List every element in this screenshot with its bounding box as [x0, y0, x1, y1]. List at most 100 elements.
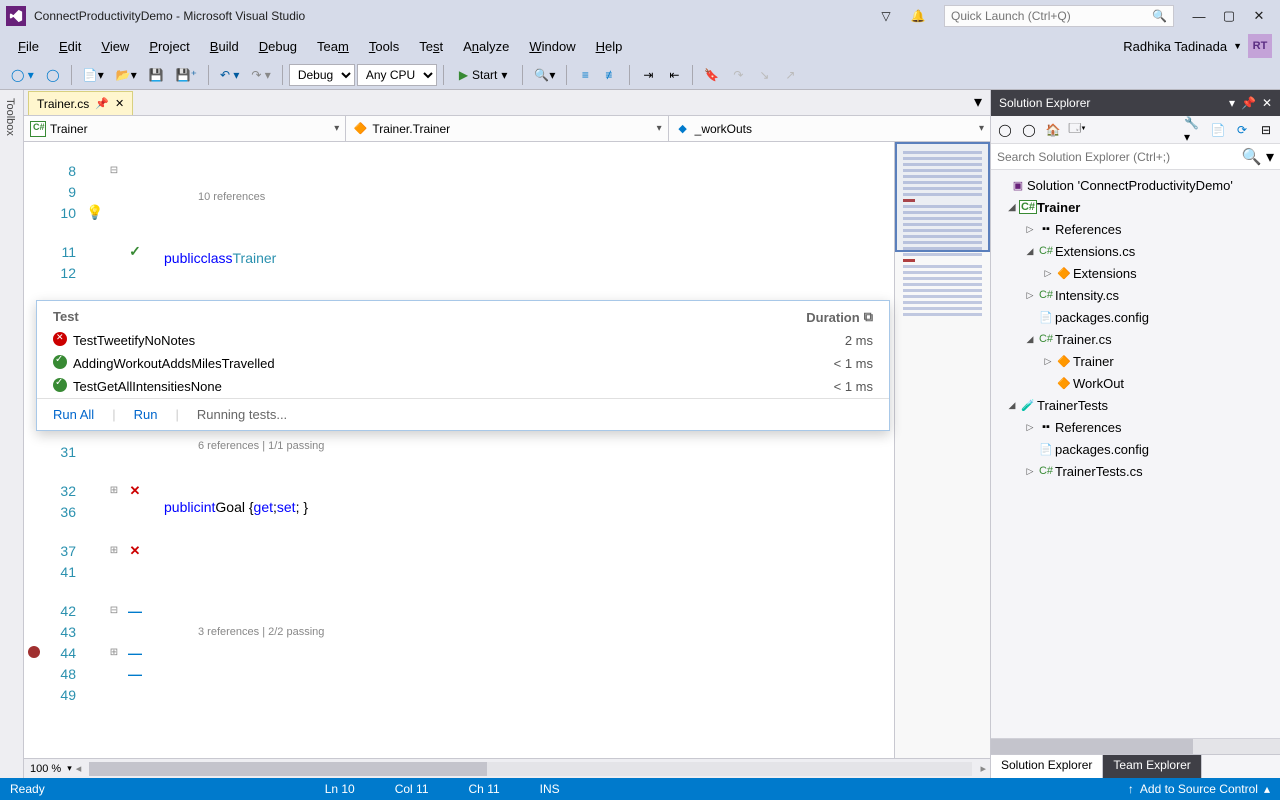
code-editor[interactable]: 8⊟ 9 10💡 11✓ 12 31 32⊞✕ 36 37⊞✕ 41 42⊟— …	[24, 142, 990, 758]
comment-button[interactable]: ≡	[573, 63, 597, 87]
menu-analyze[interactable]: Analyze	[453, 35, 519, 58]
tree-extensions-class[interactable]: ▷🔶Extensions	[991, 262, 1280, 284]
search-icon[interactable]: 🔍 ▾	[1242, 147, 1274, 167]
sync-icon[interactable]: 🗔▾	[1067, 120, 1087, 140]
tree-extensions-cs[interactable]: ◢C#Extensions.cs	[991, 240, 1280, 262]
codelens[interactable]: 6 references | 1/1 passing	[164, 437, 894, 455]
tree-packages-config[interactable]: 📄packages.config	[991, 438, 1280, 460]
pin-icon[interactable]: 📌	[95, 97, 109, 110]
platform-select[interactable]: Any CPU	[357, 64, 437, 86]
show-all-icon[interactable]: 📄	[1208, 120, 1228, 140]
tree-trainertests-cs[interactable]: ▷C#TrainerTests.cs	[991, 460, 1280, 482]
close-tab-icon[interactable]: ✕	[115, 97, 124, 110]
refresh-icon[interactable]: ⟳	[1232, 120, 1252, 140]
minimize-button[interactable]: —	[1184, 4, 1214, 28]
tree-workout-class[interactable]: 🔶WorkOut	[991, 372, 1280, 394]
publish-icon[interactable]: ↑	[1128, 782, 1134, 796]
code-text[interactable]: 10 references public class Trainer { pri…	[164, 142, 894, 758]
panel-scrollbar[interactable]	[991, 738, 1280, 754]
indent-button[interactable]: ⇥	[636, 63, 660, 87]
solution-search[interactable]: 🔍 ▾	[991, 144, 1280, 170]
popout-icon[interactable]: ⧉	[864, 309, 873, 325]
tab-trainer-cs[interactable]: Trainer.cs 📌 ✕	[28, 91, 133, 115]
codelens[interactable]: 3 references | 2/2 passing	[164, 623, 894, 641]
fold-icon[interactable]: ⊟	[104, 605, 124, 616]
lightbulb-icon[interactable]: 💡	[86, 204, 104, 221]
start-debug-button[interactable]: ▶Start ▾	[450, 63, 517, 87]
menu-team[interactable]: Team	[307, 35, 359, 58]
config-select[interactable]: Debug	[289, 64, 355, 86]
home-icon[interactable]: 🏠	[1043, 120, 1063, 140]
tree-references[interactable]: ▷▪▪References	[991, 218, 1280, 240]
step-out-button[interactable]: ↗	[778, 63, 802, 87]
tree-trainer-class[interactable]: ▷🔶Trainer	[991, 350, 1280, 372]
save-button[interactable]: 💾	[144, 63, 169, 87]
step-into-button[interactable]: ↘	[752, 63, 776, 87]
maximize-button[interactable]: ▢	[1214, 4, 1244, 28]
menu-view[interactable]: View	[91, 35, 139, 58]
fold-icon[interactable]: ⊟	[104, 165, 124, 176]
nav-back-button[interactable]: ◯ ▾	[6, 63, 39, 87]
new-project-button[interactable]: 📄▾	[78, 63, 109, 87]
menu-help[interactable]: Help	[586, 35, 633, 58]
user-avatar[interactable]: RT	[1248, 34, 1272, 58]
save-all-button[interactable]: 💾⁺	[171, 63, 202, 87]
run-all-link[interactable]: Run All	[53, 407, 94, 422]
step-over-button[interactable]: ↷	[726, 63, 750, 87]
search-icon[interactable]: 🔍	[1152, 9, 1167, 23]
quick-launch-box[interactable]: 🔍	[944, 5, 1174, 27]
tab-solution-explorer[interactable]: Solution Explorer	[991, 755, 1103, 778]
uncomment-button[interactable]: ≢	[599, 63, 623, 87]
undo-button[interactable]: ↶ ▾	[215, 63, 244, 87]
fold-icon[interactable]: ⊞	[104, 545, 124, 556]
panel-menu-icon[interactable]: ▾	[1229, 96, 1235, 110]
user-name[interactable]: Radhika Tadinada	[1123, 39, 1227, 54]
back-icon[interactable]: ◯	[995, 120, 1015, 140]
redo-button[interactable]: ↷ ▾	[246, 63, 275, 87]
tree-references[interactable]: ▷▪▪References	[991, 416, 1280, 438]
menu-build[interactable]: Build	[200, 35, 249, 58]
nav-member-combo[interactable]: ◆ _workOuts▾	[669, 116, 990, 141]
panel-close-icon[interactable]: ✕	[1262, 96, 1272, 110]
tree-trainer-cs[interactable]: ◢C#Trainer.cs	[991, 328, 1280, 350]
close-button[interactable]: ✕	[1244, 4, 1274, 28]
source-control-button[interactable]: Add to Source Control	[1140, 782, 1258, 796]
menu-file[interactable]: File	[8, 35, 49, 58]
notifications-icon[interactable]: 🔔	[906, 4, 930, 28]
zoom-level[interactable]: 100 %	[24, 763, 67, 775]
tree-solution-root[interactable]: ▣Solution 'ConnectProductivityDemo'	[991, 174, 1280, 196]
fold-icon[interactable]: ⊞	[104, 485, 124, 496]
tree-project-trainer[interactable]: ◢C#Trainer	[991, 196, 1280, 218]
solution-tree[interactable]: ▣Solution 'ConnectProductivityDemo' ◢C#T…	[991, 170, 1280, 738]
find-button[interactable]: 🔍▾	[529, 63, 560, 87]
nav-class-combo[interactable]: 🔶 Trainer.Trainer▾	[346, 116, 668, 141]
test-row[interactable]: AddingWorkoutAddsMilesTravelled< 1 ms	[37, 352, 889, 375]
scope-icon[interactable]: 🔧▾	[1184, 120, 1204, 140]
menu-tools[interactable]: Tools	[359, 35, 409, 58]
solution-search-input[interactable]	[997, 150, 1242, 164]
collapse-icon[interactable]: ⊟	[1256, 120, 1276, 140]
nav-project-combo[interactable]: C# Trainer▾	[24, 116, 346, 141]
tree-packages-config[interactable]: 📄packages.config	[991, 306, 1280, 328]
panel-pin-icon[interactable]: 📌	[1241, 96, 1256, 110]
tabs-dropdown[interactable]: ▾	[970, 94, 986, 110]
horizontal-scrollbar[interactable]	[89, 762, 972, 776]
codelens[interactable]: 10 references	[164, 188, 894, 206]
breakpoint-icon[interactable]	[28, 646, 40, 658]
filter-icon[interactable]: ▽	[874, 4, 898, 28]
nav-fwd-button[interactable]: ◯	[41, 63, 65, 87]
code-minimap[interactable]	[894, 142, 990, 758]
quick-launch-input[interactable]	[951, 9, 1152, 23]
chevron-up-icon[interactable]: ▴	[1264, 782, 1270, 796]
tree-project-tests[interactable]: ◢🧪TrainerTests	[991, 394, 1280, 416]
tree-intensity-cs[interactable]: ▷C#Intensity.cs	[991, 284, 1280, 306]
run-link[interactable]: Run	[134, 407, 158, 422]
user-menu-caret[interactable]: ▼	[1233, 41, 1242, 51]
fold-icon[interactable]: ⊞	[104, 647, 124, 658]
toolbox-rail[interactable]: Toolbox	[0, 90, 24, 778]
minimap-viewport[interactable]	[895, 142, 990, 252]
test-row[interactable]: TestGetAllIntensitiesNone< 1 ms	[37, 375, 889, 398]
menu-test[interactable]: Test	[409, 35, 453, 58]
bookmark-button[interactable]: 🔖	[699, 63, 724, 87]
menu-edit[interactable]: Edit	[49, 35, 91, 58]
